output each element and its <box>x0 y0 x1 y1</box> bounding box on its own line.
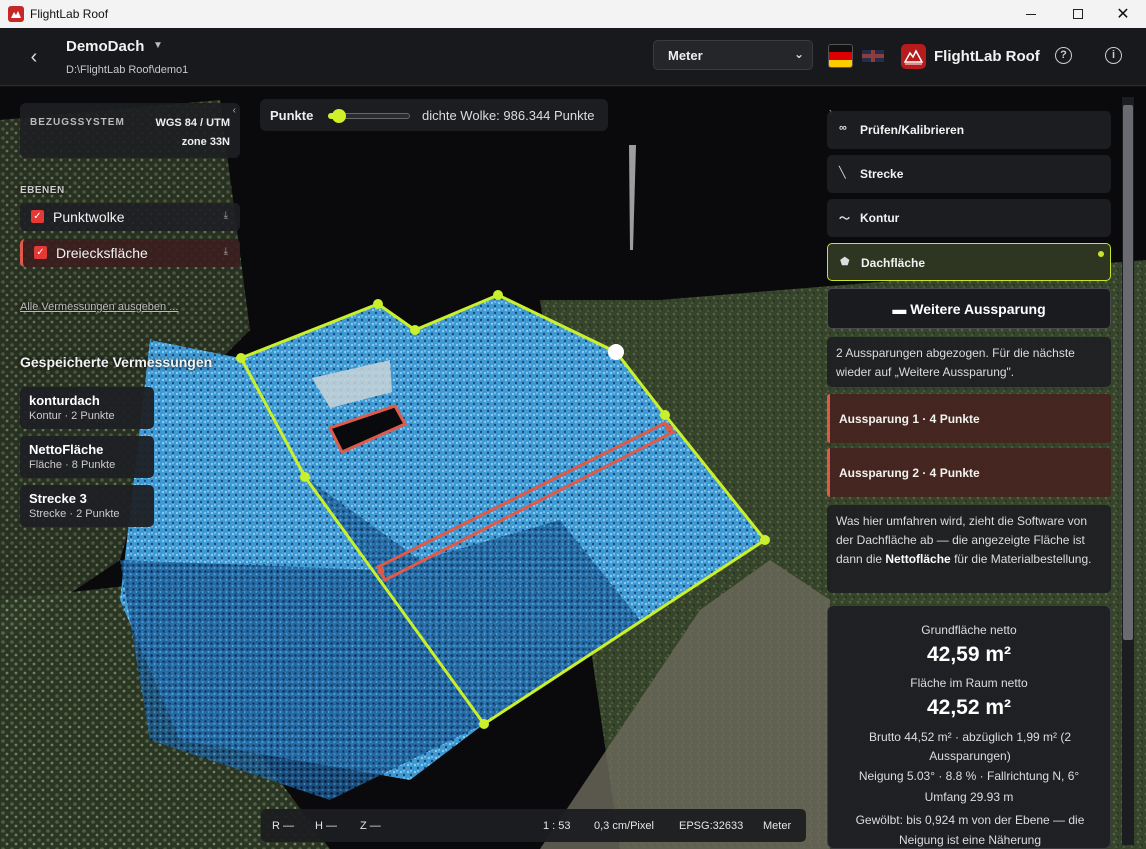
ground-area-label: Grundfläche netto <box>921 623 1017 637</box>
slider-thumb[interactable] <box>332 109 346 123</box>
project-path: D:\FlightLab Roof\demo1 <box>66 64 189 76</box>
layer-label: Punktwolke <box>53 209 125 225</box>
status-epsg: EPSG:32633 <box>679 820 744 832</box>
space-area-label: Fläche im Raum netto <box>910 676 1028 690</box>
layer-point-cloud[interactable]: ✓ Punktwolke ⤓ <box>20 203 240 231</box>
tool-label: Strecke <box>860 167 904 181</box>
checkbox-checked-icon[interactable]: ✓ <box>34 246 47 259</box>
saved-measurement-item[interactable]: NettoFläche Fläche · 8 Punkte <box>20 436 154 478</box>
cutout-item[interactable]: Aussparung 1 · 4 Punkte <box>827 394 1111 443</box>
project-name[interactable]: DemoDach <box>66 38 144 55</box>
measurement-sub: Strecke · 2 Punkte <box>29 508 120 520</box>
tool-label: Kontur <box>860 211 900 225</box>
tool-label: Prüfen/Kalibrieren <box>860 123 965 137</box>
pentagon-icon: ⬟ <box>840 256 850 268</box>
app-header: ‹ DemoDach ▼ D:\FlightLab Roof\demo1 Met… <box>0 28 1146 86</box>
measurement-sub: Fläche · 8 Punkte <box>29 459 116 471</box>
perimeter-text: Umfang 29.93 m <box>924 790 1014 804</box>
status-resolution: 0,3 cm/Pixel <box>594 820 654 832</box>
measurement-name: Strecke 3 <box>29 491 87 506</box>
saved-measurement-item[interactable]: konturdach Kontur · 2 Punkte <box>20 387 154 429</box>
download-icon[interactable]: ⤓ <box>224 210 228 221</box>
saved-measurements-heading: Gespeicherte Vermessungen <box>20 354 213 370</box>
status-scale: 1 : 53 <box>543 820 571 832</box>
brand-logo-icon <box>901 44 926 69</box>
point-cloud-viewport[interactable]: BEZUGSSYSTEM WGS 84 / UTM zone 33N ‹ EBE… <box>0 87 1146 849</box>
info-icon[interactable]: i <box>1105 47 1122 64</box>
measurement-name: NettoFläche <box>29 442 104 457</box>
curvature-text: Gewölbt: bis 0,924 m von der Ebene — die… <box>855 813 1085 847</box>
window-titlebar: FlightLab Roof ✕ <box>0 0 1146 28</box>
tool-check-calibrate[interactable]: ∞ Prüfen/Kalibrieren <box>827 111 1111 149</box>
window-title: FlightLab Roof <box>30 7 109 21</box>
status-bar: R — H — Z — 1 : 53 0,3 cm/Pixel EPSG:326… <box>261 809 806 842</box>
ruler-icon: ╲ <box>839 167 846 179</box>
chevron-down-icon: ⌄ <box>793 47 804 61</box>
status-h: H — <box>315 820 337 832</box>
hint-bold: Nettofläche <box>885 552 951 566</box>
measurement-sub: Kontur · 2 Punkte <box>29 410 115 422</box>
measurement-name: konturdach <box>29 393 100 408</box>
active-indicator <box>1098 251 1104 257</box>
save-icon: ▬ <box>892 301 907 317</box>
uk-flag-icon[interactable] <box>862 50 884 62</box>
back-button[interactable]: ‹ <box>22 45 46 69</box>
point-count-info: dichte Wolke: 986.344 Punkte <box>422 108 595 123</box>
add-cutout-button[interactable]: ▬ Weitere Aussparung <box>827 288 1111 329</box>
cutout-hint: 2 Aussparungen abgezogen. Für die nächst… <box>827 337 1111 387</box>
point-density-panel: Punkte dichte Wolke: 986.344 Punkte <box>260 99 608 131</box>
layers-heading: EBENEN <box>20 185 65 196</box>
add-cutout-label: Weitere Aussparung <box>910 301 1046 317</box>
ground-area-value: 42,59 m² <box>926 643 1012 666</box>
brand-name: FlightLab Roof <box>934 48 1040 65</box>
scrollbar-thumb[interactable] <box>1123 105 1133 640</box>
reference-system-value: WGS 84 / UTM <box>155 117 230 129</box>
reference-system-zone: zone 33N <box>181 136 230 148</box>
app-logo-icon <box>8 6 24 22</box>
wave-icon: 〜 <box>839 213 850 225</box>
binoculars-icon: ∞ <box>839 122 847 134</box>
checkbox-checked-icon[interactable]: ✓ <box>31 210 44 223</box>
points-label: Punkte <box>270 108 314 123</box>
reference-system-panel: BEZUGSSYSTEM WGS 84 / UTM zone 33N ‹ <box>20 103 240 158</box>
collapse-left-panel-icon[interactable]: ‹ <box>233 105 236 116</box>
unit-select[interactable]: Meter ⌄ <box>653 40 813 70</box>
help-icon[interactable]: ? <box>1055 47 1072 64</box>
slope-text: Neigung 5.03° · 8.8 % · Fallrichtung N, … <box>858 769 1080 783</box>
right-panel-scrollbar[interactable] <box>1122 97 1134 845</box>
tool-distance[interactable]: ╲ Strecke <box>827 155 1111 193</box>
export-all-link[interactable]: Alle Vermessungen ausgeben ... <box>20 301 178 313</box>
saved-measurement-item[interactable]: Strecke 3 Strecke · 2 Punkte <box>20 485 154 527</box>
layer-label: Dreiecksfläche <box>56 245 148 261</box>
hint-text-end: für die Materialbestellung. <box>950 552 1092 566</box>
tool-contour[interactable]: 〜 Kontur <box>827 199 1111 237</box>
chevron-down-icon[interactable]: ▼ <box>153 40 163 51</box>
area-result-panel: Grundfläche netto 42,59 m² Fläche im Rau… <box>827 605 1111 849</box>
tool-label: Dachfläche <box>861 256 926 270</box>
space-area-value: 42,52 m² <box>926 696 1012 719</box>
tool-roof-area[interactable]: ⬟ Dachfläche <box>827 243 1111 281</box>
gross-area-text: Brutto 44,52 m² · abzüglich 1,99 m² (2 A… <box>868 730 1072 763</box>
status-unit: Meter <box>763 820 792 832</box>
maximize-button[interactable] <box>1055 0 1101 28</box>
minimize-button[interactable] <box>1008 0 1054 28</box>
layer-triangle-surface[interactable]: ✓ Dreiecksfläche ⤓ <box>20 239 240 267</box>
status-z: Z — <box>360 820 381 832</box>
reference-system-label: BEZUGSSYSTEM <box>30 117 125 128</box>
unit-select-value: Meter <box>668 48 703 63</box>
cutout-item[interactable]: Aussparung 2 · 4 Punkte <box>827 448 1111 497</box>
download-icon[interactable]: ⤓ <box>224 246 228 257</box>
status-r: R — <box>272 820 294 832</box>
close-window-button[interactable]: ✕ <box>1100 0 1146 28</box>
net-area-hint: Was hier umfahren wird, zieht die Softwa… <box>827 505 1111 593</box>
german-flag-icon[interactable] <box>828 44 853 68</box>
